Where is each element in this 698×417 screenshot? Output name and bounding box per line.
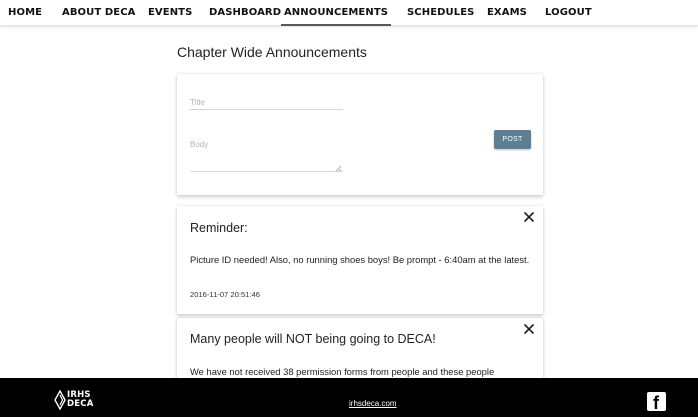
close-icon[interactable] — [523, 211, 535, 223]
footer: IRHS DECA irhsdeca.com f — [0, 378, 698, 417]
announcement-body: We have not received 38 permission forms… — [190, 366, 495, 377]
nav-schedules[interactable]: SCHEDULES — [407, 0, 474, 26]
nav-announcements[interactable]: ANNOUNCEMENTS — [281, 0, 391, 26]
body-textarea[interactable] — [190, 140, 343, 172]
announcement-title: Reminder: — [190, 221, 248, 235]
footer-site-link[interactable]: irhsdeca.com — [349, 399, 397, 408]
nav-logout[interactable]: LOGOUT — [545, 0, 592, 26]
page-title: Chapter Wide Announcements — [177, 44, 367, 60]
nav-dashboard[interactable]: DASHBOARD — [209, 0, 281, 26]
announcement-title: Many people will NOT being going to DECA… — [190, 332, 436, 346]
close-icon[interactable] — [523, 323, 535, 335]
irhs-deca-logo[interactable]: IRHS DECA — [54, 389, 104, 411]
logo-line2: DECA — [67, 399, 94, 409]
announcement-card: Reminder: Picture ID needed! Also, no ru… — [177, 206, 543, 314]
facebook-icon[interactable]: f — [647, 392, 666, 413]
nav-home[interactable]: HOME — [8, 0, 42, 26]
resize-handle-icon[interactable] — [335, 165, 342, 172]
post-button[interactable]: POST — [494, 130, 531, 149]
top-nav: HOME ABOUT DECA EVENTS DASHBOARD ANNOUNC… — [0, 0, 698, 26]
announcement-timestamp: 2016-11-07 20:51:46 — [190, 290, 260, 299]
nav-events[interactable]: EVENTS — [148, 0, 192, 26]
announcement-composer: POST — [177, 74, 543, 195]
nav-about-deca[interactable]: ABOUT DECA — [62, 0, 136, 26]
deca-diamond-icon — [54, 390, 66, 410]
nav-exams[interactable]: EXAMS — [487, 0, 527, 26]
title-input[interactable] — [190, 96, 343, 110]
announcement-body: Picture ID needed! Also, no running shoe… — [190, 254, 530, 265]
